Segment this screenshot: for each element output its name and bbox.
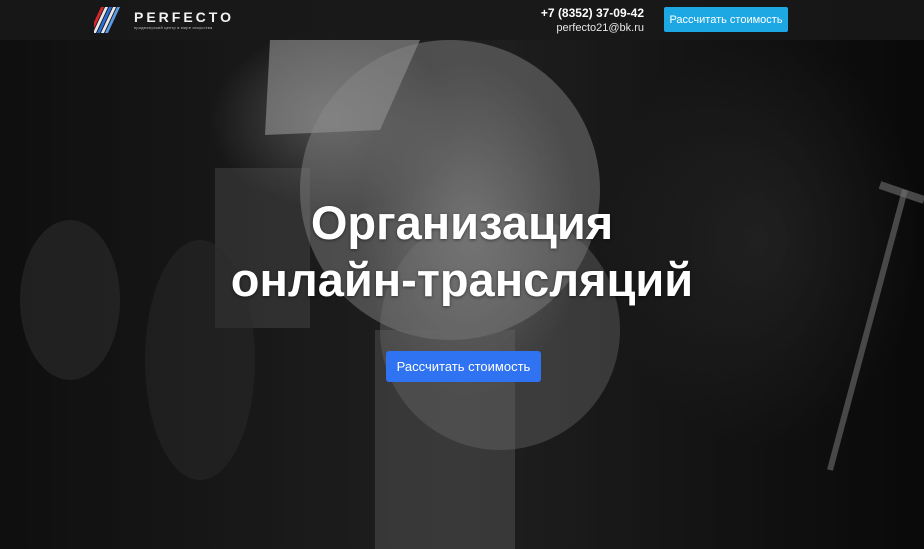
top-header: PERFECTO продюсерский центр в мире искус…: [0, 0, 924, 40]
hero-title: Организация онлайн-трансляций: [0, 194, 924, 308]
logo[interactable]: PERFECTO продюсерский центр в мире искус…: [94, 5, 234, 35]
hero-calculate-button[interactable]: Рассчитать стоимость: [386, 351, 541, 382]
email-link[interactable]: perfecto21@bk.ru: [541, 21, 644, 35]
contacts-block: +7 (8352) 37-09-42 perfecto21@bk.ru: [541, 6, 644, 35]
hero-title-line-2: онлайн-трансляций: [230, 253, 694, 306]
logo-name: PERFECTO: [134, 8, 234, 25]
phone-link[interactable]: +7 (8352) 37-09-42: [541, 6, 644, 21]
header-calculate-button[interactable]: Рассчитать стоимость: [664, 7, 788, 32]
logo-tagline: продюсерский центр в мире искусства: [134, 24, 213, 30]
perfecto-stripes-logo-icon: [94, 7, 121, 33]
hero-title-line-1: Организация: [310, 196, 614, 249]
